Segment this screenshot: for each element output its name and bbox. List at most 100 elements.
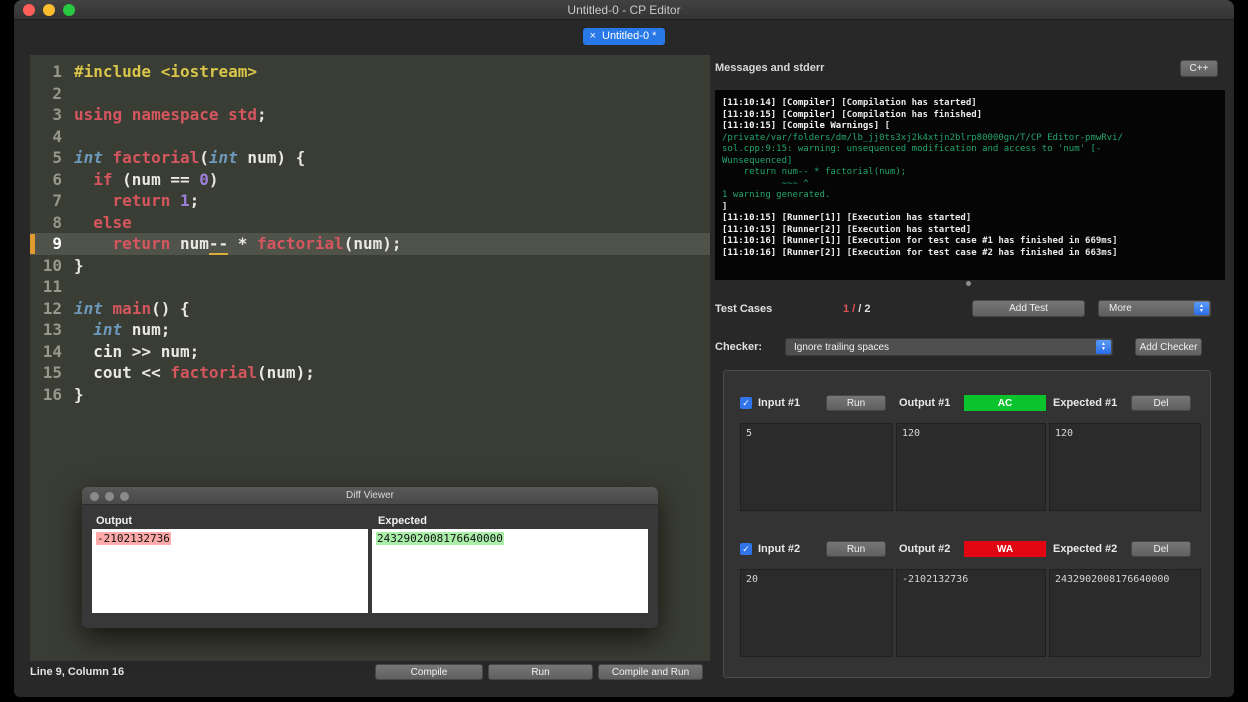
tab-untitled-0[interactable]: × Untitled-0 * xyxy=(582,27,666,45)
log-line: [11:10:15] [Compiler] [Compilation has f… xyxy=(722,109,983,120)
output-label: Output #2 xyxy=(899,543,951,555)
code-line[interactable]: 12 int main() { xyxy=(30,298,710,320)
chevron-down-icon: ▼ xyxy=(1199,307,1204,314)
code-lines: 1 #include <iostream> 2 3 using namespace st… xyxy=(30,61,710,405)
output-textarea[interactable]: -2102132736 xyxy=(896,569,1046,657)
code-text: #include <iostream> xyxy=(74,62,258,81)
line-number: 11 xyxy=(42,277,62,296)
code-line[interactable]: 7 return 1; xyxy=(30,190,710,212)
close-window-button[interactable] xyxy=(90,492,99,501)
log-line: return num-- * factorial(num); xyxy=(722,167,907,177)
log-line: [11:10:15] [Compile Warnings] [ xyxy=(722,121,890,131)
code-line[interactable]: 8 else xyxy=(30,212,710,234)
checker-dropdown[interactable]: Ignore trailing spaces ▲ ▼ xyxy=(785,338,1113,356)
code-line[interactable]: 16} xyxy=(30,384,710,406)
line-number: 15 xyxy=(42,363,62,382)
log-line: [11:10:14] [Compiler] [Compilation has s… xyxy=(722,98,977,108)
test-case-header: ✓ Input #2 Run Output #2 WA Expected #2 Del xyxy=(724,541,1210,558)
diff-output-pane: -2102132736 xyxy=(92,529,368,613)
compiler-output-console[interactable]: [11:10:14] [Compiler] [Compilation has s… xyxy=(715,90,1225,280)
code-line[interactable]: 13 int num; xyxy=(30,319,710,341)
code-text: cin >> num; xyxy=(74,341,200,361)
checker-dropdown-value: Ignore trailing spaces xyxy=(794,341,890,353)
titlebar[interactable]: Untitled-0 - CP Editor xyxy=(14,0,1234,20)
log-line: Wunsequenced] xyxy=(722,155,793,166)
line-number: 16 xyxy=(42,384,62,404)
code-line[interactable]: 2 xyxy=(30,83,710,105)
code-line[interactable]: 5 int factorial(int num) { xyxy=(30,147,710,169)
window-title: Untitled-0 - CP Editor xyxy=(567,2,681,17)
code-text: else xyxy=(93,212,132,232)
diff-output-value: -2102132736 xyxy=(96,532,171,545)
input-textarea[interactable]: 20 xyxy=(740,569,893,657)
output-textarea[interactable]: 120 xyxy=(896,423,1046,511)
delete-test-button[interactable]: Del xyxy=(1131,395,1191,411)
input-textarea[interactable]: 5 xyxy=(740,423,893,511)
checkbox-checked[interactable]: ✓ xyxy=(740,397,752,409)
log-line: /private/var/folders/dm/lb_jj0ts3xj2k4xt… xyxy=(722,132,1123,143)
run-test-button[interactable]: Run xyxy=(826,395,886,411)
line-number: 10 xyxy=(42,255,62,275)
more-dropdown[interactable]: More ▲ ▼ xyxy=(1098,300,1211,317)
code-text: int num; xyxy=(93,320,171,339)
code-line[interactable]: 10} xyxy=(30,255,710,277)
code-text: if (num == 0) xyxy=(93,169,219,189)
test-case-header: ✓ Input #1 Run Output #1 AC Expected #1 Del xyxy=(724,395,1210,412)
minimize-window-button[interactable] xyxy=(105,492,114,501)
line-number: 2 xyxy=(52,83,62,103)
test-cases-summary: 1 / / 2 xyxy=(843,303,871,315)
cp-editor-window: Untitled-0 - CP Editor × Untitled-0 * 1 #… xyxy=(14,0,1234,697)
window-controls xyxy=(23,4,75,16)
log-line: ~~~ ^ xyxy=(722,178,809,189)
code-line[interactable]: 3 using namespace std; xyxy=(30,104,710,126)
line-number: 13 xyxy=(42,320,62,339)
splitter-handle-icon[interactable] xyxy=(966,281,971,286)
test-cases-title: Test Cases xyxy=(715,303,773,315)
compile-button[interactable]: Compile xyxy=(375,664,483,680)
add-test-button[interactable]: Add Test xyxy=(972,300,1085,317)
more-dropdown-label: More xyxy=(1109,303,1132,314)
code-line[interactable]: 15 cout << factorial(num); xyxy=(30,362,710,384)
code-line[interactable]: 1 #include <iostream> xyxy=(30,61,710,83)
code-text: } xyxy=(74,255,84,275)
checkbox-checked[interactable]: ✓ xyxy=(740,543,752,555)
language-button[interactable]: C++ xyxy=(1180,60,1218,77)
line-number: 12 xyxy=(42,298,62,318)
expected-textarea[interactable]: 120 xyxy=(1049,423,1201,511)
line-number: 8 xyxy=(52,212,62,232)
code-text: return 1; xyxy=(112,191,200,210)
zoom-window-button[interactable] xyxy=(63,4,75,16)
log-line: [11:10:16] [Runner[2]] [Execution for te… xyxy=(722,247,1118,258)
run-test-button[interactable]: Run xyxy=(826,541,886,557)
code-line[interactable]: 4 xyxy=(30,126,710,148)
code-line[interactable]: 11 xyxy=(30,276,710,298)
chevron-updown-icon: ▲ ▼ xyxy=(1194,302,1209,315)
diff-expected-label: Expected xyxy=(378,515,427,527)
code-line[interactable]: 14 cin >> num; xyxy=(30,341,710,363)
code-line[interactable]: 6 if (num == 0) xyxy=(30,169,710,191)
test-cases-panel: ✓ Input #1 Run Output #1 AC Expected #1 Del 5 12… xyxy=(723,370,1211,678)
line-number: 3 xyxy=(52,105,62,124)
line-number: 5 xyxy=(52,148,62,167)
line-number: 6 xyxy=(52,169,62,189)
code-text: int main() { xyxy=(74,298,190,318)
tab-close-icon[interactable]: × xyxy=(590,30,596,42)
add-checker-button[interactable]: Add Checker xyxy=(1135,338,1202,356)
zoom-window-button[interactable] xyxy=(120,492,129,501)
code-line[interactable]: 9 return num-- * factorial(num); xyxy=(30,233,710,255)
diff-expected-value: 2432902008176640000 xyxy=(376,532,504,545)
expected-textarea[interactable]: 2432902008176640000 xyxy=(1049,569,1201,657)
close-window-button[interactable] xyxy=(23,4,35,16)
test-summary-part: / 2 xyxy=(858,303,871,315)
delete-test-button[interactable]: Del xyxy=(1131,541,1191,557)
diff-viewer-title: Diff Viewer xyxy=(346,490,394,501)
diff-viewer-titlebar[interactable]: Diff Viewer xyxy=(82,487,658,505)
run-button[interactable]: Run xyxy=(488,664,593,680)
compile-and-run-button[interactable]: Compile and Run xyxy=(598,664,703,680)
line-number: 14 xyxy=(42,341,62,361)
output-label: Output #1 xyxy=(899,397,951,409)
minimize-window-button[interactable] xyxy=(43,4,55,16)
verdict-badge: WA xyxy=(964,541,1046,557)
line-number: 7 xyxy=(52,191,62,210)
code-text: using namespace std; xyxy=(74,105,267,124)
